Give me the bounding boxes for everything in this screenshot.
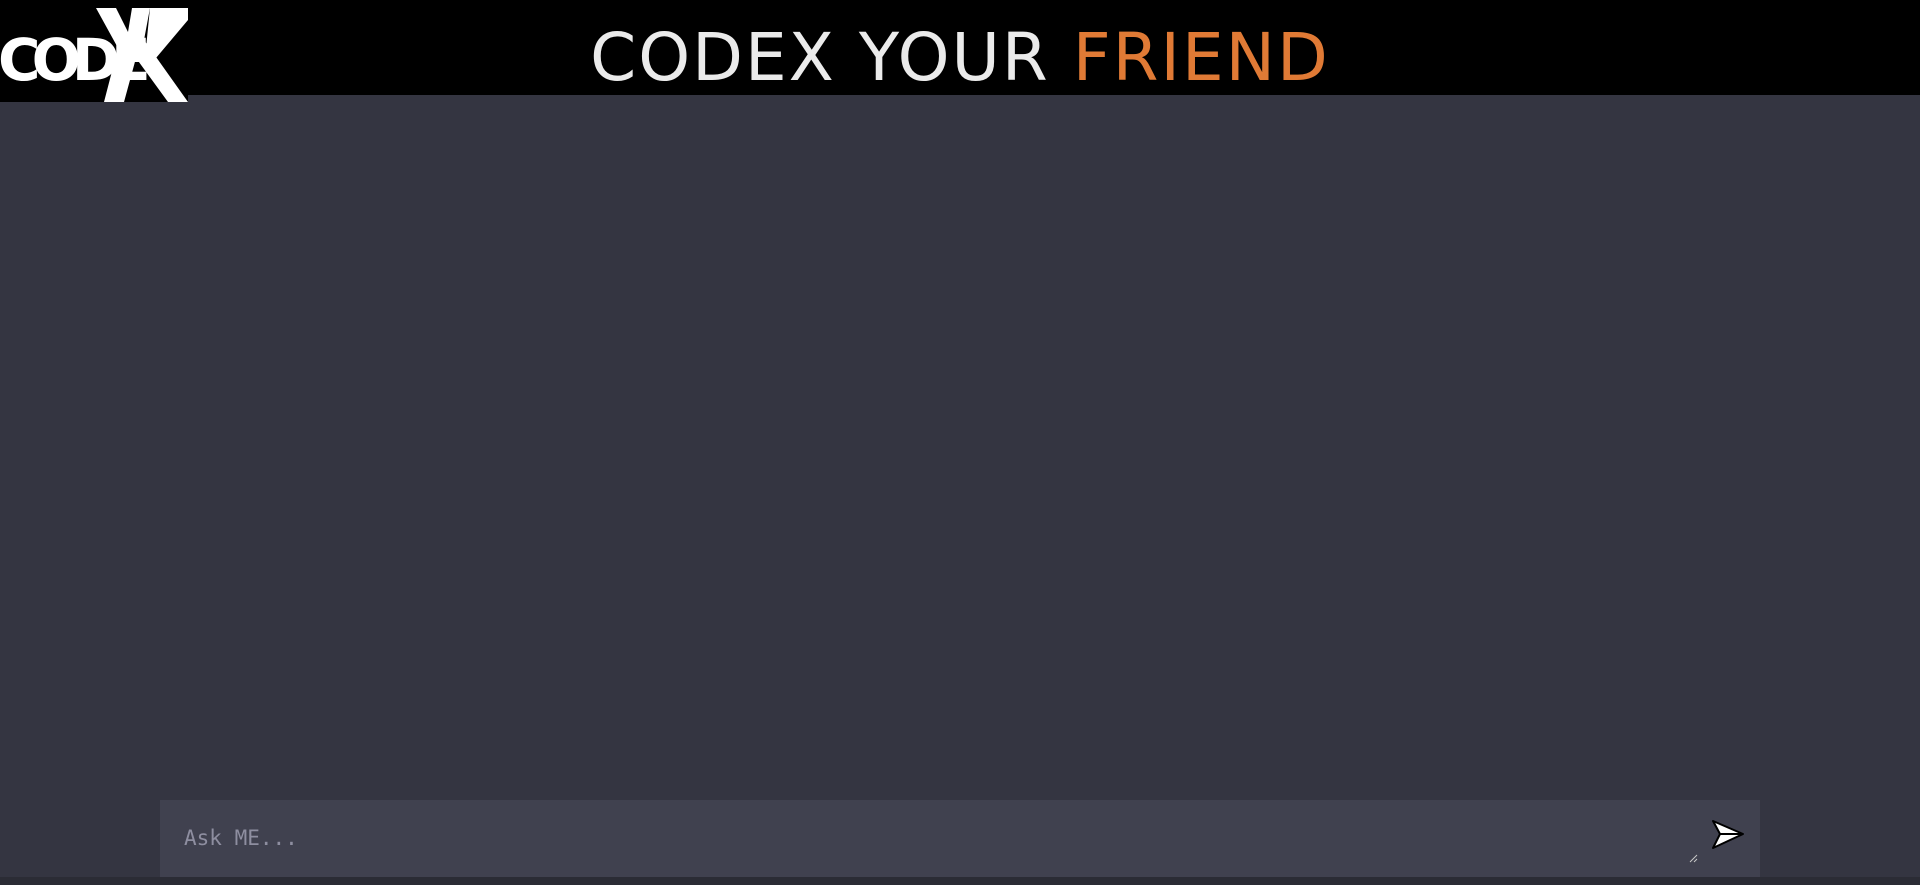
resize-handle-icon[interactable] — [1688, 853, 1698, 863]
bottom-edge — [0, 877, 1920, 885]
page-title: CODEX YOUR FRIEND — [0, 0, 1920, 96]
title-main: CODEX YOUR — [590, 19, 1073, 96]
chat-container — [0, 95, 1920, 800]
prompt-form — [160, 800, 1760, 877]
title-accent: FRIEND — [1072, 19, 1330, 96]
app-window: CODE CODEX YOUR FRIEND — [0, 0, 1920, 885]
send-icon — [1712, 820, 1744, 849]
prompt-input[interactable] — [160, 800, 1700, 877]
send-button[interactable] — [1710, 818, 1746, 854]
header-bar: CODE CODEX YOUR FRIEND — [0, 0, 1920, 102]
